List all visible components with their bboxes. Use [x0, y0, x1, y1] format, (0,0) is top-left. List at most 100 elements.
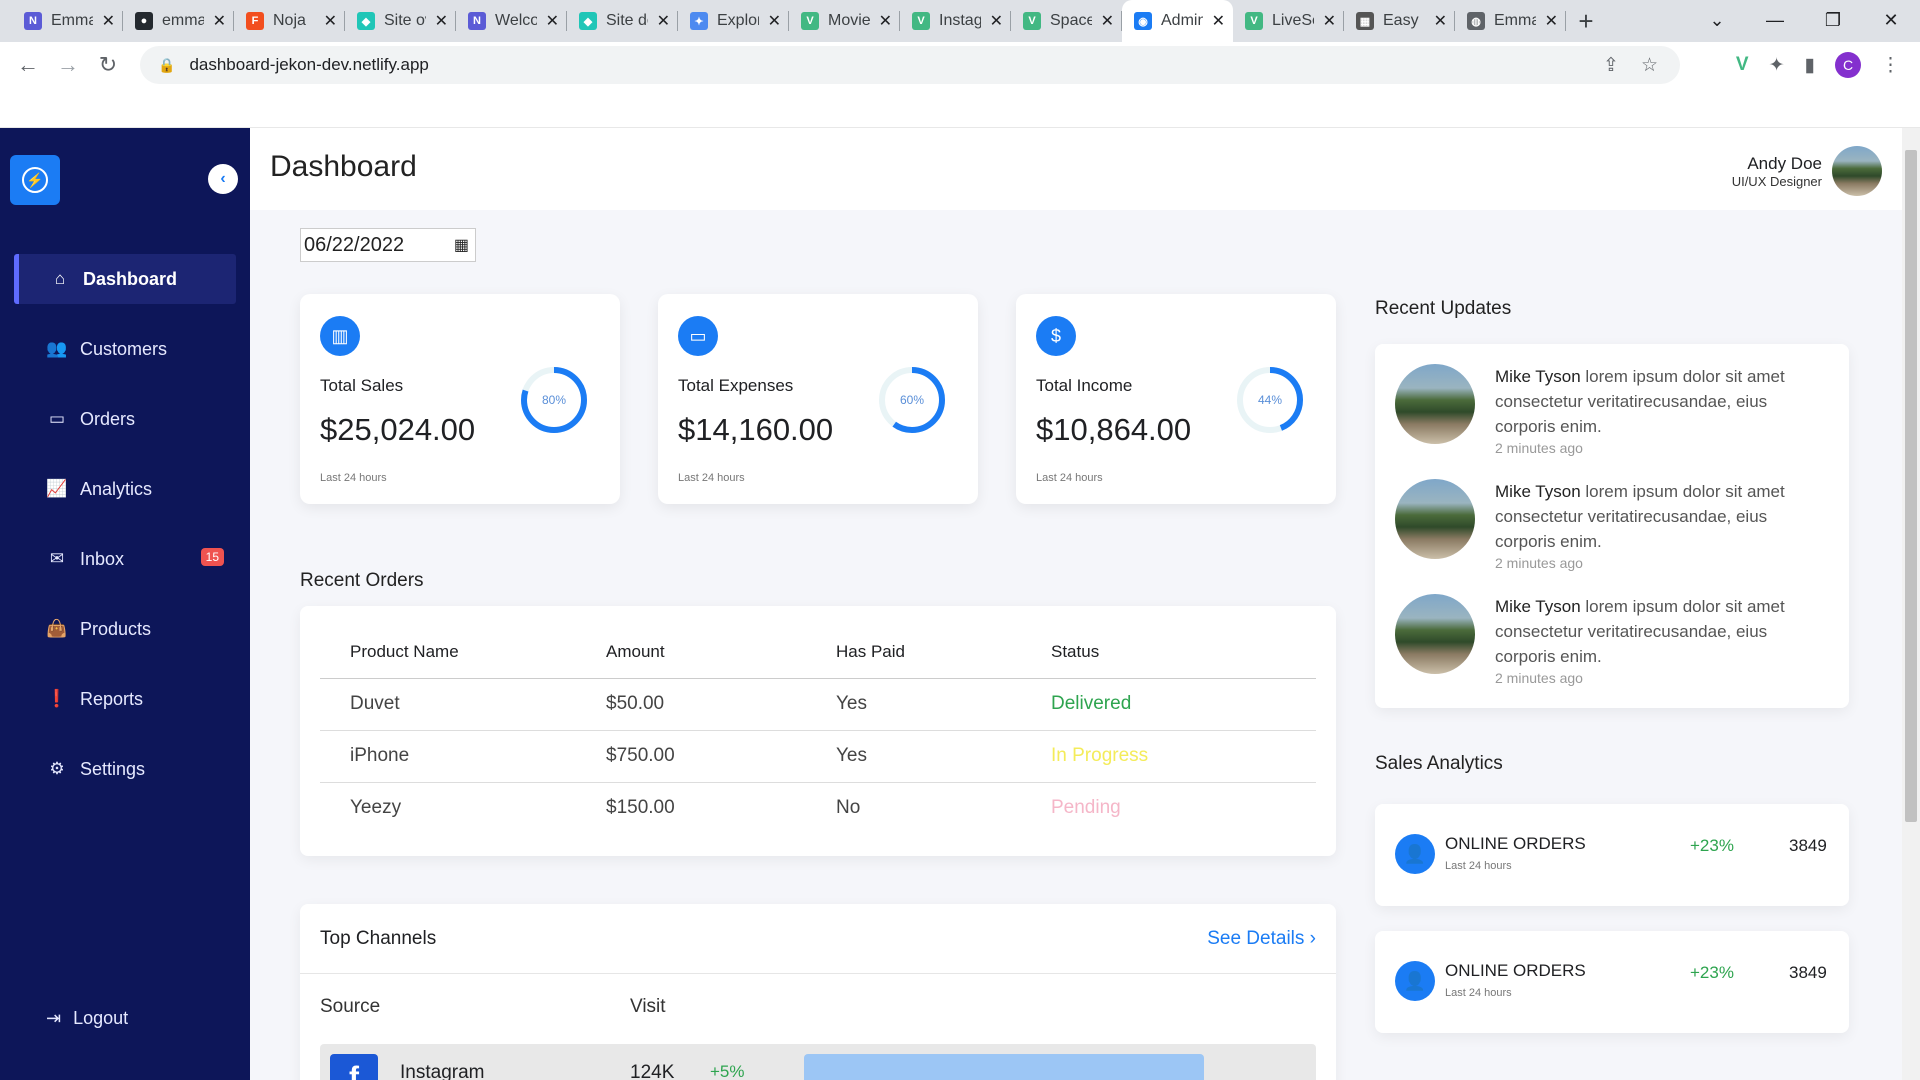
browser-tab[interactable]: N Emmanuel ✕	[12, 0, 123, 42]
close-tab-icon[interactable]: ✕	[213, 11, 226, 31]
browser-tab[interactable]: N Welcome ✕	[456, 0, 567, 42]
update-time: 2 minutes ago	[1495, 670, 1583, 686]
user-name: Andy Doe	[1747, 153, 1822, 173]
close-tab-icon[interactable]: ✕	[1434, 11, 1447, 31]
close-tab-icon[interactable]: ✕	[324, 11, 337, 31]
tab-title: Noja	[273, 12, 306, 29]
bookmark-star-icon[interactable]: ☆	[1641, 54, 1658, 77]
date-input[interactable]: 06/22/2022 ▦	[300, 228, 476, 262]
vue-devtools-icon[interactable]: V	[1736, 54, 1749, 76]
lock-icon[interactable]: 🔒	[158, 57, 175, 74]
browser-tab[interactable]: V LiveSearch ✕	[1233, 0, 1344, 42]
netlify-icon: ◆	[357, 12, 375, 30]
column-header: Status	[1051, 626, 1316, 679]
close-tab-icon[interactable]: ✕	[1101, 11, 1114, 31]
visit-column-header: Visit	[630, 996, 666, 1017]
browser-tab[interactable]: V Instagram ✕	[900, 0, 1011, 42]
sidebar: ⚡ ‹ ⌂ Dashboard 👥 Customers ▭ Orders 📈 Analytic…	[0, 128, 250, 1080]
tab-search-icon[interactable]: ⌄	[1688, 0, 1746, 40]
table-row[interactable]: Duvet $50.00 Yes Delivered	[320, 678, 1316, 731]
app-logo[interactable]: ⚡	[10, 155, 60, 205]
analytics-value: 3849	[1789, 836, 1827, 855]
card-subtitle: Last 24 hours	[1036, 472, 1103, 484]
back-icon[interactable]: ←	[8, 52, 48, 78]
minimize-icon[interactable]: —	[1746, 0, 1804, 40]
sidebar-item-inbox[interactable]: ✉ Inbox 15	[0, 524, 250, 594]
credit-card-icon: ▭	[678, 316, 718, 356]
bolt-icon: ⚡	[22, 167, 48, 193]
close-tab-icon[interactable]: ✕	[546, 11, 559, 31]
close-tab-icon[interactable]: ✕	[990, 11, 1003, 31]
browser-tab[interactable]: ◍ Emmanuel ✕	[1455, 0, 1566, 42]
logout-button[interactable]: ⇥ Logout	[46, 1008, 128, 1029]
browser-tab[interactable]: ◉ Admin ✕	[1122, 0, 1233, 42]
update-time: 2 minutes ago	[1495, 440, 1583, 456]
avatar	[1395, 479, 1475, 559]
collapse-sidebar-button[interactable]: ‹	[208, 164, 238, 194]
browser-tab[interactable]: ● emmanuel ✕	[123, 0, 234, 42]
puzzle-icon[interactable]: ✦	[1769, 54, 1785, 77]
browser-tab[interactable]: ▦ Easy ✕	[1344, 0, 1455, 42]
calendar-icon[interactable]: ▦	[454, 235, 469, 255]
browser-tab[interactable]: V Space ✕	[1011, 0, 1122, 42]
analytics-item[interactable]: 👤 ONLINE ORDERS Last 24 hours +23% 3849	[1375, 804, 1849, 906]
sidebar-item-orders[interactable]: ▭ Orders	[0, 384, 250, 454]
close-tab-icon[interactable]: ✕	[768, 11, 781, 31]
tab-title: Easy	[1383, 12, 1419, 29]
avatar[interactable]	[1832, 146, 1882, 196]
progress-ring-label: 44%	[1258, 393, 1282, 407]
browser-tab[interactable]: V Movies ✕	[789, 0, 900, 42]
card-label: Total Expenses	[678, 376, 794, 395]
forward-icon[interactable]: →	[48, 52, 88, 78]
menu-kebab-icon[interactable]: ⋮	[1881, 54, 1900, 77]
close-tab-icon[interactable]: ✕	[1545, 11, 1558, 31]
close-tab-icon[interactable]: ✕	[1323, 11, 1336, 31]
close-tab-icon[interactable]: ✕	[435, 11, 448, 31]
analytics-item[interactable]: 👤 ONLINE ORDERS Last 24 hours +23% 3849	[1375, 931, 1849, 1033]
side-panel-icon[interactable]: ▮	[1805, 54, 1815, 77]
table-row[interactable]: iPhone $750.00 Yes In Progress	[320, 730, 1316, 783]
sidebar-item-settings[interactable]: ⚙ Settings	[0, 734, 250, 804]
sidebar-item-reports[interactable]: ❗ Reports	[0, 664, 250, 734]
sidebar-item-label: Analytics	[80, 478, 153, 499]
see-details-link[interactable]: See Details ›	[1207, 928, 1316, 950]
sidebar-item-dashboard[interactable]: ⌂ Dashboard	[14, 254, 236, 304]
restore-icon[interactable]: ❐	[1804, 0, 1862, 40]
sidebar-item-label: Orders	[80, 408, 136, 429]
close-tab-icon[interactable]: ✕	[879, 11, 892, 31]
sidebar-item-analytics[interactable]: 📈 Analytics	[0, 454, 250, 524]
close-window-icon[interactable]: ✕	[1862, 0, 1920, 40]
browser-tab[interactable]: ◆ Site overview ✕	[345, 0, 456, 42]
table-row[interactable]: Yeezy $150.00 No Pending	[320, 782, 1316, 834]
user-profile[interactable]: Andy Doe UI/UX Designer	[1732, 146, 1882, 196]
shopping-bag-icon: 👜	[46, 619, 68, 638]
channel-row[interactable]: f Instagram 124K +5%	[320, 1044, 1316, 1080]
url-text: dashboard-jekon-dev.netlify.app	[189, 55, 429, 74]
user-icon: 👤	[1395, 834, 1435, 874]
main-content: Dashboard Andy Doe UI/UX Designer 06/22/…	[250, 128, 1902, 1080]
logout-label: Logout	[73, 1008, 129, 1028]
vue-icon: V	[801, 12, 819, 30]
avatar	[1395, 594, 1475, 674]
browser-tab[interactable]: ✦ Explore ✕	[678, 0, 789, 42]
share-icon[interactable]: ⇪	[1603, 54, 1619, 77]
url-bar[interactable]: 🔒 dashboard-jekon-dev.netlify.app ⇪ ☆	[140, 46, 1680, 84]
tab-title: Emmanuel	[51, 12, 93, 29]
close-tab-icon[interactable]: ✕	[1212, 11, 1225, 31]
update-item[interactable]: Mike Tyson lorem ipsum dolor sit amet co…	[1395, 479, 1835, 579]
sidebar-item-customers[interactable]: 👥 Customers	[0, 314, 250, 384]
browser-tab[interactable]: F Noja ✕	[234, 0, 345, 42]
page-title: Dashboard	[270, 150, 417, 183]
money-icon: $	[1036, 316, 1076, 356]
close-tab-icon[interactable]: ✕	[102, 11, 115, 31]
page-scrollbar[interactable]	[1902, 128, 1920, 1080]
profile-avatar[interactable]: C	[1835, 52, 1861, 78]
scrollbar-thumb[interactable]	[1905, 150, 1917, 822]
browser-tab[interactable]: ◆ Site deploys ✕	[567, 0, 678, 42]
sidebar-item-products[interactable]: 👜 Products	[0, 594, 250, 664]
update-item[interactable]: Mike Tyson lorem ipsum dolor sit amet co…	[1395, 364, 1835, 464]
new-tab-button[interactable]: +	[1566, 0, 1606, 42]
close-tab-icon[interactable]: ✕	[657, 11, 670, 31]
update-item[interactable]: Mike Tyson lorem ipsum dolor sit amet co…	[1395, 594, 1835, 694]
reload-icon[interactable]: ↻	[88, 52, 128, 78]
